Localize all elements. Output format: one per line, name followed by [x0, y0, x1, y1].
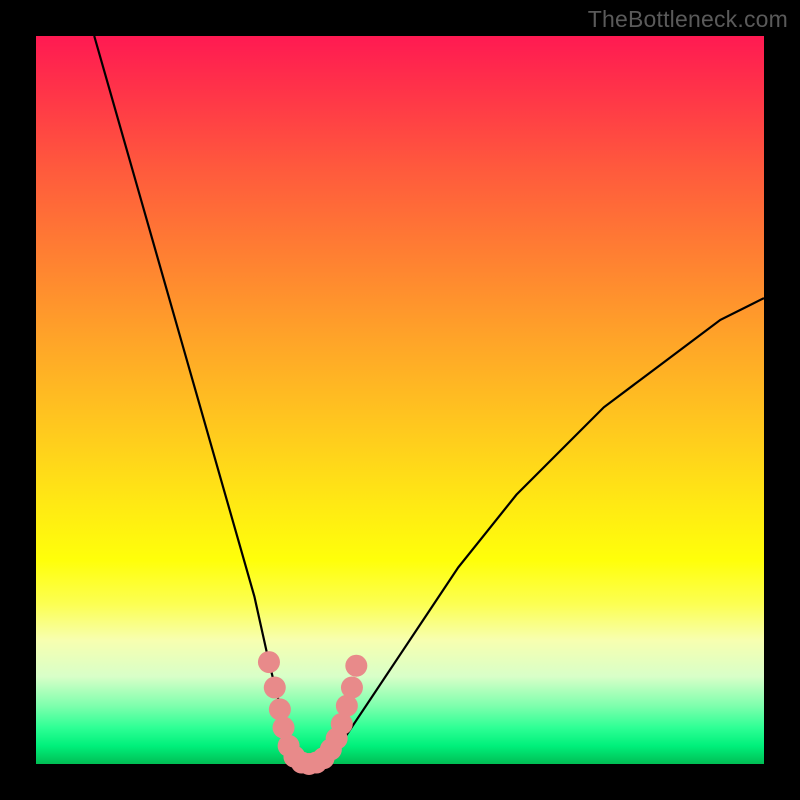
chart-frame: TheBottleneck.com	[0, 0, 800, 800]
highlight-markers	[258, 651, 367, 775]
watermark-text: TheBottleneck.com	[588, 6, 788, 33]
bottleneck-curve	[94, 36, 764, 764]
curve-path	[94, 36, 764, 764]
highlight-dot	[269, 698, 291, 720]
chart-svg	[36, 36, 764, 764]
highlight-dot	[341, 677, 363, 699]
plot-area	[36, 36, 764, 764]
highlight-dot	[264, 677, 286, 699]
highlight-dot	[345, 655, 367, 677]
highlight-dot	[258, 651, 280, 673]
